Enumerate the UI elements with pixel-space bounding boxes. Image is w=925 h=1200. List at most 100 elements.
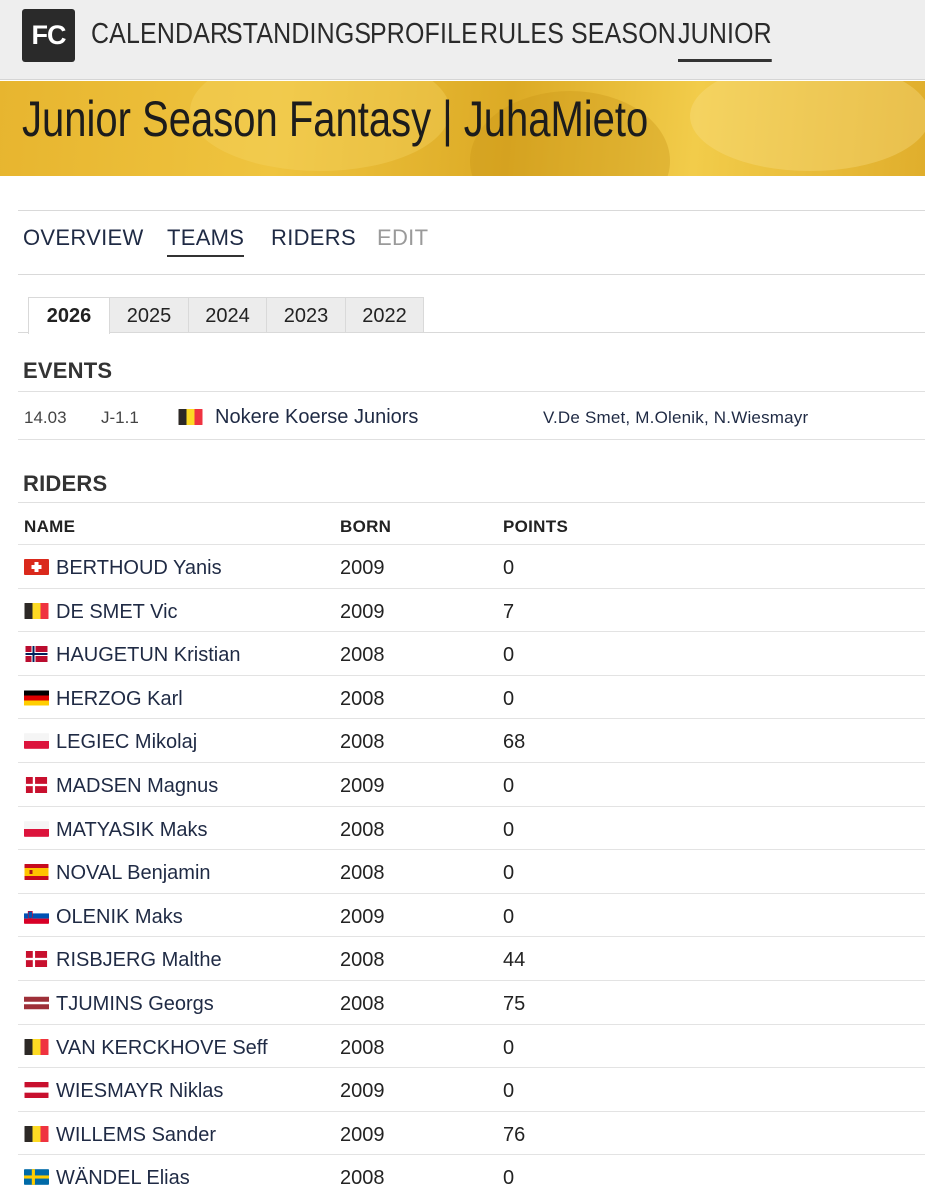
rider-points: 0 xyxy=(503,1036,515,1059)
rider-points: 76 xyxy=(503,1123,526,1146)
rider-name-link[interactable]: BERTHOUD Yanis xyxy=(56,557,222,580)
table-row: WILLEMS Sander 2009 76 xyxy=(18,1110,925,1155)
rider-born: 2009 xyxy=(340,600,385,623)
tab-overview[interactable]: OVERVIEW xyxy=(23,225,144,255)
rider-name-link[interactable]: WILLEMS Sander xyxy=(56,1124,216,1147)
rider-points: 0 xyxy=(503,557,515,579)
column-header-name[interactable]: NAME xyxy=(24,517,75,537)
divider xyxy=(18,502,925,503)
at-flag-icon xyxy=(24,1082,49,1099)
table-row: HAUGETUN Kristian 2008 0 xyxy=(18,631,925,675)
year-tab-2022[interactable]: 2022 xyxy=(345,297,424,332)
table-row: WÄNDEL Elias 2008 0 xyxy=(18,1154,925,1198)
no-flag-icon xyxy=(24,646,49,663)
rider-born: 2008 xyxy=(340,862,385,885)
de-flag-icon xyxy=(24,690,49,706)
riders-heading: RIDERS xyxy=(23,471,108,496)
rider-name-link[interactable]: HERZOG Karl xyxy=(56,688,183,711)
table-row: BERTHOUD Yanis 2009 0 xyxy=(18,544,925,588)
rider-born: 2008 xyxy=(340,644,385,667)
se-flag-icon xyxy=(24,1169,49,1186)
rider-born: 2008 xyxy=(340,731,385,754)
year-tab-2023[interactable]: 2023 xyxy=(266,297,346,332)
rider-points: 0 xyxy=(503,644,515,667)
rider-points: 0 xyxy=(503,687,515,710)
rider-name-link[interactable]: LEGIEC Mikolaj xyxy=(56,731,197,754)
rider-name-link[interactable]: NOVAL Benjamin xyxy=(56,862,211,885)
be-flag-icon xyxy=(178,409,203,425)
nav-season[interactable]: SEASON xyxy=(571,14,676,62)
ch-flag-icon xyxy=(24,559,49,575)
rider-points: 0 xyxy=(503,818,515,841)
rider-born: 2009 xyxy=(340,774,385,797)
table-row: VAN KERCKHOVE Seff 2008 0 xyxy=(18,1023,925,1068)
nav-rules[interactable]: RULES xyxy=(480,14,564,62)
fc-logo[interactable]: FC xyxy=(22,9,75,62)
rider-name-link[interactable]: HAUGETUN Kristian xyxy=(56,644,240,667)
rider-points: 0 xyxy=(503,774,515,797)
rider-name-link[interactable]: OLENIK Maks xyxy=(56,906,183,929)
pl-flag-icon xyxy=(24,820,49,837)
rider-name-link[interactable]: TJUMINS Georgs xyxy=(56,993,214,1016)
table-row: LEGIEC Mikolaj 2008 68 xyxy=(18,718,925,762)
rider-name-link[interactable]: WÄNDEL Elias xyxy=(56,1167,190,1190)
rider-points: 0 xyxy=(503,905,515,928)
top-navigation: FC CALENDAR STANDINGS PROFILE RULES SEAS… xyxy=(0,0,925,80)
rider-name-link[interactable]: MADSEN Magnus xyxy=(56,775,218,798)
year-tab-2025[interactable]: 2025 xyxy=(109,297,189,332)
event-riders: V.De Smet, M.Olenik, N.Wiesmayr xyxy=(543,408,809,427)
nav-calendar[interactable]: CALENDAR xyxy=(91,14,228,62)
rider-points: 75 xyxy=(503,992,526,1015)
banner-decoration xyxy=(690,81,925,171)
event-name-link[interactable]: Nokere Koerse Juniors xyxy=(215,406,418,429)
rider-born: 2008 xyxy=(340,818,385,841)
rider-born: 2008 xyxy=(340,1036,385,1059)
rider-born: 2008 xyxy=(340,992,385,1015)
table-row: MATYASIK Maks 2008 0 xyxy=(18,805,925,850)
section-tabs: OVERVIEW TEAMS RIDERS EDIT xyxy=(18,210,925,275)
rider-born: 2009 xyxy=(340,1123,385,1146)
rider-points: 44 xyxy=(503,949,526,972)
rider-name-link[interactable]: WIESMAYR Niklas xyxy=(56,1080,223,1103)
page-title: Junior Season Fantasy | JuhaMieto xyxy=(22,91,649,147)
rider-name-link[interactable]: MATYASIK Maks xyxy=(56,819,208,842)
event-date: 14.03 xyxy=(24,408,67,427)
table-row: RISBJERG Malthe 2008 44 xyxy=(18,936,925,980)
year-tab-2024[interactable]: 2024 xyxy=(188,297,267,332)
event-class: J-1.1 xyxy=(101,408,139,427)
page-banner: Junior Season Fantasy | JuhaMieto xyxy=(0,81,925,176)
rider-born: 2009 xyxy=(340,557,385,579)
rider-name-link[interactable]: DE SMET Vic xyxy=(56,601,178,624)
column-header-points[interactable]: POINTS xyxy=(503,517,568,537)
table-row: MADSEN Magnus 2009 0 xyxy=(18,761,925,806)
lv-flag-icon xyxy=(24,995,49,1011)
rider-name-link[interactable]: VAN KERCKHOVE Seff xyxy=(56,1037,268,1060)
dk-flag-icon xyxy=(24,951,49,968)
tab-teams[interactable]: TEAMS xyxy=(167,225,245,257)
rider-born: 2009 xyxy=(340,905,385,928)
table-row: TJUMINS Georgs 2008 75 xyxy=(18,979,925,1024)
tab-riders[interactable]: RIDERS xyxy=(271,225,356,255)
nav-standings[interactable]: STANDINGS xyxy=(226,14,371,62)
rider-born: 2009 xyxy=(340,1080,385,1103)
be-flag-icon xyxy=(24,1038,49,1055)
year-tab-2026[interactable]: 2026 xyxy=(28,297,110,334)
rider-points: 0 xyxy=(503,862,515,885)
column-header-born[interactable]: BORN xyxy=(340,517,391,537)
tab-edit: EDIT xyxy=(377,225,429,250)
table-row: DE SMET Vic 2009 7 xyxy=(18,587,925,632)
rider-points: 68 xyxy=(503,731,526,754)
rider-born: 2008 xyxy=(340,949,385,972)
nav-profile[interactable]: PROFILE xyxy=(370,14,478,62)
rider-name-link[interactable]: RISBJERG Malthe xyxy=(56,949,222,972)
year-tabs: 2026 2025 2024 2023 2022 xyxy=(18,297,925,334)
nav-junior[interactable]: JUNIOR xyxy=(678,14,772,62)
be-flag-icon xyxy=(24,1125,49,1142)
riders-table: BERTHOUD Yanis 2009 0 DE SMET Vic 2009 7… xyxy=(18,544,925,1198)
table-row: OLENIK Maks 2009 0 xyxy=(18,892,925,937)
table-row: NOVAL Benjamin 2008 0 xyxy=(18,849,925,893)
si-flag-icon xyxy=(24,907,49,924)
rider-points: 0 xyxy=(503,1167,515,1190)
es-flag-icon xyxy=(24,864,49,881)
dk-flag-icon xyxy=(24,776,49,793)
